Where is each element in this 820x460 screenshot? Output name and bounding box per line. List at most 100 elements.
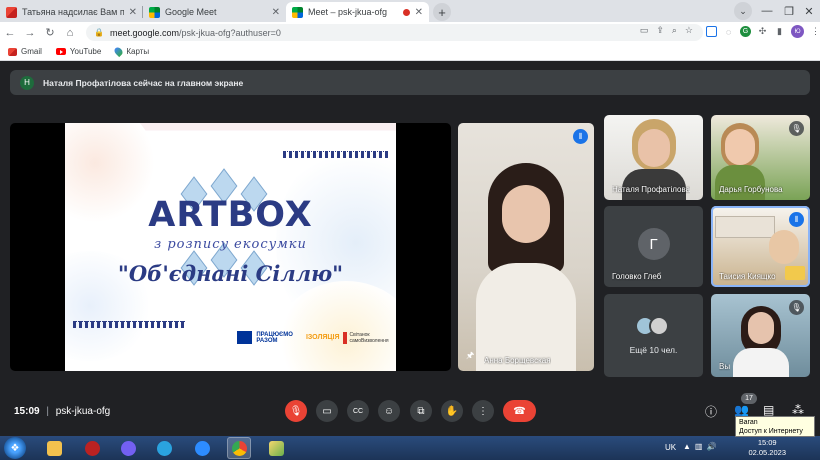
forward-icon[interactable]: →	[20, 27, 40, 39]
puzzle-icon[interactable]: ✣	[757, 26, 768, 37]
bookmark-label: YouTube	[69, 47, 102, 56]
side-panel-icon[interactable]: ▮	[774, 26, 785, 37]
tab-gmail[interactable]: Татьяна надсилає Вам повідомл ✕	[0, 2, 143, 22]
participant-name: Наталя Профатілова	[612, 185, 691, 194]
close-icon[interactable]: ✕	[272, 7, 280, 18]
clock-date: 02.05.2023	[748, 448, 786, 457]
chevron-up-icon[interactable]: ▲	[683, 442, 691, 451]
camera-permission-icon[interactable]: ▭	[640, 25, 649, 36]
chevron-down-icon[interactable]: ⌄	[734, 2, 752, 20]
kebab-menu-icon: ⋮	[478, 405, 488, 417]
meet-icon	[149, 6, 160, 18]
close-window-icon[interactable]: ✕	[800, 2, 818, 20]
raise-hand-button[interactable]: ✋	[441, 400, 463, 422]
translate-icon[interactable]: ◌	[723, 26, 734, 37]
avatar: Н	[20, 75, 34, 90]
close-icon[interactable]: ✕	[129, 7, 137, 18]
partner-logos: ПРАЦЮЄМО РАЗОМ ІЗОЛЯЦІЯ Світанок самоВиз…	[237, 331, 396, 344]
taskbar-telegram[interactable]	[152, 437, 176, 459]
extension-icon[interactable]	[706, 26, 717, 37]
taskbar-app[interactable]	[80, 437, 104, 459]
more-participants-label: Ещё 10 чел.	[629, 345, 678, 355]
slide-quote: "Об'єднані Сіллю"	[117, 261, 344, 286]
tab-meet-call[interactable]: Meet – psk-jkua-ofg ✕	[286, 2, 429, 22]
kebab-menu-icon[interactable]: ⋮	[810, 26, 820, 37]
more-options-button[interactable]: ⋮	[472, 400, 494, 422]
bookmark-gmail[interactable]: Gmail	[8, 47, 42, 56]
volume-icon[interactable]: 🔊	[706, 442, 716, 451]
participant-tile-natalia[interactable]: Наталя Профатілова	[604, 115, 703, 200]
tab-label: Meet – psk-jkua-ofg	[308, 7, 388, 17]
taskbar-paint[interactable]	[264, 437, 288, 459]
more-participants-tile[interactable]: Ещё 10 чел.	[604, 294, 703, 377]
lock-icon: 🔒	[94, 28, 104, 37]
reactions-button[interactable]: ☺	[378, 400, 400, 422]
video-body	[476, 263, 576, 371]
folder-icon	[46, 440, 62, 456]
app-icon	[84, 440, 100, 456]
bookmark-youtube[interactable]: YouTube	[55, 47, 102, 56]
meet-icon	[292, 6, 303, 18]
video-face	[638, 129, 670, 167]
bookmark-maps[interactable]: Карты	[113, 45, 150, 58]
present-screen-icon: ⧉	[417, 405, 425, 417]
grammarly-icon[interactable]: G	[740, 26, 751, 37]
video-face	[502, 185, 550, 243]
home-icon[interactable]: ⌂	[60, 27, 80, 39]
taskbar-viber[interactable]	[116, 437, 140, 459]
presentation-tile[interactable]: ARTBOX з розписy екосyмки "Об'єднані Сіл…	[10, 123, 451, 371]
browser-toolbar: ← → ↻ ⌂ 🔒 meet.google.com /psk-jkua-ofg?…	[0, 22, 820, 43]
mic-off-button[interactable]: 🎙	[285, 400, 307, 422]
leave-call-button[interactable]: ☎	[503, 400, 536, 422]
new-tab-button[interactable]: +	[433, 3, 451, 21]
participant-name: Таисия Киящко	[719, 272, 776, 281]
profile-avatar[interactable]: Ю	[791, 25, 804, 38]
chrome-icon	[231, 440, 247, 456]
minimize-icon[interactable]: —	[758, 2, 776, 20]
presenting-banner: Н Наталя Профатілова сейчас на главном э…	[10, 70, 810, 95]
tooltip-title: Baran	[739, 419, 758, 426]
emoji-icon: ☺	[383, 405, 395, 417]
address-bar[interactable]: 🔒 meet.google.com /psk-jkua-ofg?authuser…	[86, 24, 703, 41]
network-tooltip: Baran Доступ к Интернету	[735, 416, 815, 437]
participant-tile-anna[interactable]: ⦀ 🖈 Анна Борщевская	[458, 123, 594, 371]
participant-tile-taisia[interactable]: ⦀ Таисия Киящко	[711, 206, 810, 287]
restore-icon[interactable]: ❐	[780, 2, 798, 20]
taskbar-clock[interactable]: 15:09 02.05.2023	[748, 438, 786, 458]
present-button[interactable]: ⧉	[410, 400, 432, 422]
camera-button[interactable]: ▭	[316, 400, 338, 422]
taskbar-chrome[interactable]	[227, 437, 251, 459]
chat-icon[interactable]: ▤	[763, 403, 774, 417]
participant-tile-gleb[interactable]: Г Головко Глеб	[604, 206, 703, 287]
close-icon[interactable]: ✕	[415, 7, 423, 18]
logo-text: ІЗОЛЯЦІЯ	[305, 334, 340, 341]
participant-tile-daria[interactable]: 🎙 Дарья Горбунова	[711, 115, 810, 200]
back-icon[interactable]: ←	[0, 27, 20, 39]
activities-icon[interactable]: ⁂	[792, 403, 804, 417]
language-indicator[interactable]: UK	[665, 443, 676, 452]
captions-button[interactable]: CC	[347, 400, 369, 422]
separator: |	[46, 406, 49, 417]
participant-tile-you[interactable]: 🎙 Вы	[711, 294, 810, 377]
network-icon[interactable]: ▥	[695, 442, 703, 451]
share-icon[interactable]: ⇪	[656, 25, 664, 36]
eu-flag-icon	[237, 331, 253, 344]
participant-name: Головко Глеб	[612, 272, 662, 281]
taskbar-explorer[interactable]	[42, 437, 66, 459]
avatar: Г	[637, 228, 670, 260]
tab-google-meet[interactable]: Google Meet ✕	[143, 2, 286, 22]
reload-icon[interactable]: ↻	[40, 26, 60, 39]
bookmark-label: Gmail	[21, 47, 42, 56]
info-icon[interactable]: ⓘ	[705, 403, 717, 420]
tab-label: Татьяна надсилає Вам повідомл	[22, 7, 124, 17]
video-face	[769, 230, 799, 264]
recording-indicator-icon	[402, 8, 410, 16]
bookmark-label: Карты	[126, 47, 150, 56]
people-icon[interactable]: 👥	[734, 403, 749, 417]
youtube-icon	[55, 48, 66, 55]
zoom-icon[interactable]: ⌕	[672, 25, 677, 36]
taskbar-zoom[interactable]	[190, 437, 214, 459]
pin-icon[interactable]: 🖈	[466, 348, 474, 364]
bookmark-star-icon[interactable]: ☆	[685, 25, 693, 36]
start-button[interactable]: ❖	[4, 437, 26, 459]
